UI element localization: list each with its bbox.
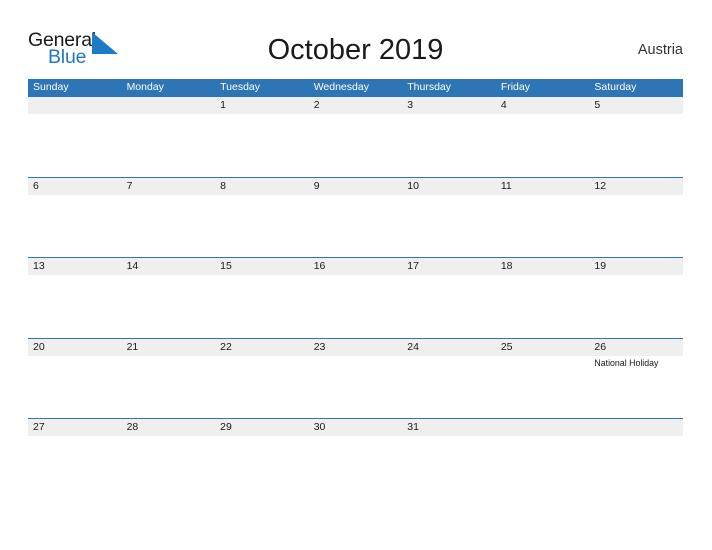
day-event [309, 436, 403, 499]
day-event [122, 275, 216, 338]
week-row: 20 21 22 23 24 25 26 National Holiday [28, 337, 683, 419]
day-number[interactable]: 21 [122, 339, 216, 356]
calendar-grid: Sunday Monday Tuesday Wednesday Thursday… [28, 79, 683, 499]
week-date-band: 6 7 8 9 10 11 12 [28, 177, 683, 195]
day-event [589, 436, 683, 499]
day-event [215, 275, 309, 338]
dow-sunday: Sunday [33, 81, 69, 93]
page-header: General Blue October 2019 Austria [28, 28, 683, 76]
day-event [309, 195, 403, 258]
day-number[interactable]: 24 [402, 339, 496, 356]
day-event [28, 356, 122, 419]
dow-saturday: Saturday [594, 81, 637, 93]
dow-wednesday: Wednesday [313, 81, 369, 93]
day-number[interactable]: 4 [496, 97, 590, 114]
day-event [122, 356, 216, 419]
day-number[interactable]: 15 [215, 258, 309, 275]
day-event [28, 275, 122, 338]
day-number[interactable]: 31 [402, 419, 496, 436]
day-event-national-holiday: National Holiday [594, 357, 659, 368]
day-number[interactable]: 6 [28, 178, 122, 195]
day-number[interactable]: 7 [122, 178, 216, 195]
week-date-band: 1 2 3 4 5 [28, 97, 683, 114]
day-of-week-header: Sunday Monday Tuesday Wednesday Thursday… [28, 79, 683, 96]
day-number[interactable]: 28 [122, 419, 216, 436]
week-event-area [28, 436, 683, 499]
day-number[interactable]: 12 [589, 178, 683, 195]
day-number[interactable]: 14 [122, 258, 216, 275]
day-number[interactable]: 8 [215, 178, 309, 195]
day-event [122, 114, 216, 177]
day-event [496, 356, 590, 419]
week-date-band: 20 21 22 23 24 25 26 [28, 338, 683, 356]
day-event [402, 275, 496, 338]
day-event [215, 356, 309, 419]
day-event [496, 114, 590, 177]
day-number[interactable]: 25 [496, 339, 590, 356]
day-event [589, 195, 683, 258]
day-number[interactable]: 18 [496, 258, 590, 275]
day-number[interactable]: 20 [28, 339, 122, 356]
region-label: Austria [637, 42, 683, 58]
day-event [309, 275, 403, 338]
day-event [28, 436, 122, 499]
day-number[interactable]: 29 [215, 419, 309, 436]
day-number[interactable]: 26 [589, 339, 683, 356]
dow-monday: Monday [126, 81, 164, 93]
day-number[interactable]: 1 [215, 97, 309, 114]
week-event-area [28, 194, 683, 258]
day-event [496, 275, 590, 338]
day-number[interactable] [496, 419, 590, 436]
day-number[interactable]: 17 [402, 258, 496, 275]
day-number[interactable] [589, 419, 683, 436]
day-number[interactable]: 11 [496, 178, 590, 195]
day-event [215, 114, 309, 177]
day-number[interactable]: 2 [309, 97, 403, 114]
day-number[interactable]: 19 [589, 258, 683, 275]
day-event [28, 195, 122, 258]
week-event-area [28, 275, 683, 338]
day-event [402, 195, 496, 258]
week-row: 13 14 15 16 17 18 19 [28, 257, 683, 338]
day-number[interactable]: 16 [309, 258, 403, 275]
day-number[interactable]: 13 [28, 258, 122, 275]
day-event [402, 114, 496, 177]
day-number[interactable]: 23 [309, 339, 403, 356]
day-event [496, 195, 590, 258]
day-number[interactable]: 10 [402, 178, 496, 195]
day-event [122, 195, 216, 258]
week-row: 6 7 8 9 10 11 12 [28, 176, 683, 258]
week-row: 1 2 3 4 5 [28, 96, 683, 177]
day-event [309, 356, 403, 419]
week-event-area [28, 114, 683, 177]
calendar-page: General Blue October 2019 Austria Sunday… [0, 0, 712, 550]
week-date-band: 13 14 15 16 17 18 19 [28, 258, 683, 275]
day-event [589, 114, 683, 177]
day-event [402, 356, 496, 419]
day-event [28, 114, 122, 177]
dow-thursday: Thursday [407, 81, 452, 93]
day-number[interactable]: 3 [402, 97, 496, 114]
day-event [309, 114, 403, 177]
day-number[interactable] [122, 97, 216, 114]
day-event [402, 436, 496, 499]
page-title: October 2019 [267, 34, 444, 66]
day-number[interactable]: 22 [215, 339, 309, 356]
week-event-area: National Holiday [28, 355, 683, 419]
dow-friday: Friday [500, 81, 530, 93]
dow-tuesday: Tuesday [220, 81, 261, 93]
day-number[interactable] [28, 97, 122, 114]
day-number[interactable]: 9 [309, 178, 403, 195]
day-event [589, 275, 683, 338]
day-number[interactable]: 27 [28, 419, 122, 436]
day-event [496, 436, 590, 499]
day-event [215, 195, 309, 258]
day-number[interactable]: 5 [589, 97, 683, 114]
week-date-band: 27 28 29 30 31 [28, 419, 683, 436]
week-row: 27 28 29 30 31 [28, 418, 683, 499]
day-event [215, 436, 309, 499]
day-number[interactable]: 30 [309, 419, 403, 436]
day-event [122, 436, 216, 499]
